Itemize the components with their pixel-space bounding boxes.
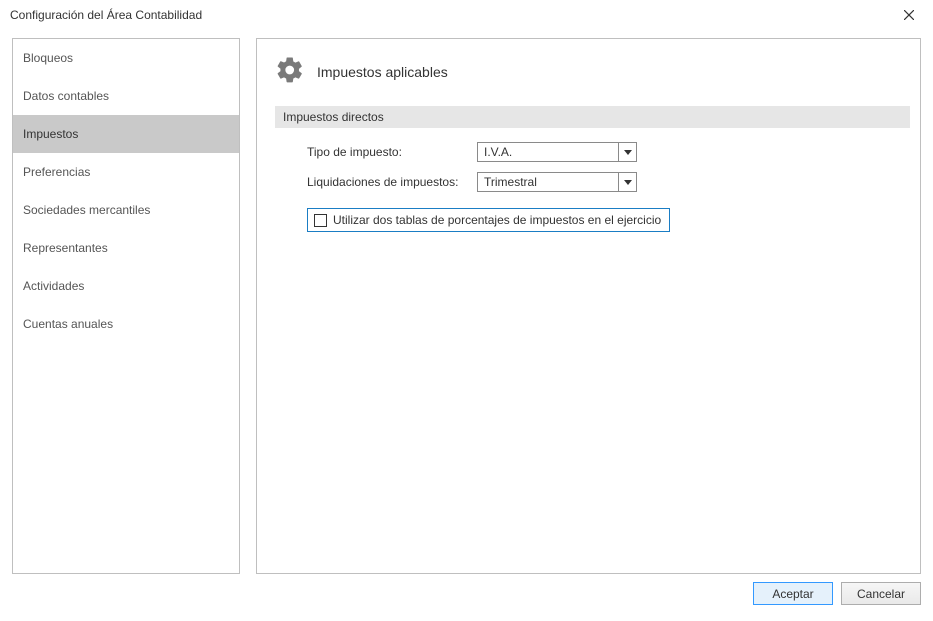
- sidebar-item-label: Cuentas anuales: [23, 317, 113, 331]
- sidebar-item-bloqueos[interactable]: Bloqueos: [13, 39, 239, 77]
- close-icon: [904, 10, 914, 20]
- sidebar-item-sociedades-mercantiles[interactable]: Sociedades mercantiles: [13, 191, 239, 229]
- sidebar-item-cuentas-anuales[interactable]: Cuentas anuales: [13, 305, 239, 343]
- sidebar: Bloqueos Datos contables Impuestos Preferen…: [12, 38, 240, 574]
- close-button[interactable]: [893, 3, 925, 27]
- checkbox-label: Utilizar dos tablas de porcentajes de im…: [333, 213, 661, 227]
- section-header: Impuestos directos: [275, 106, 910, 128]
- sidebar-item-datos-contables[interactable]: Datos contables: [13, 77, 239, 115]
- liquidaciones-label: Liquidaciones de impuestos:: [307, 175, 477, 189]
- tipo-combo[interactable]: I.V.A.: [477, 142, 637, 162]
- cancel-button[interactable]: Cancelar: [841, 582, 921, 605]
- gear-icon: [275, 55, 305, 88]
- panel-header: Impuestos aplicables: [275, 55, 910, 88]
- main-panel: Impuestos aplicables Impuestos directos …: [256, 38, 921, 574]
- sidebar-item-label: Actividades: [23, 279, 84, 293]
- sidebar-item-label: Datos contables: [23, 89, 109, 103]
- tipo-label: Tipo de impuesto:: [307, 145, 477, 159]
- checkbox-box: [314, 214, 327, 227]
- sidebar-item-label: Impuestos: [23, 127, 78, 141]
- form-row-liquidaciones: Liquidaciones de impuestos: Trimestral: [307, 172, 910, 192]
- button-bar: Aceptar Cancelar: [0, 578, 933, 615]
- titlebar: Configuración del Área Contabilidad: [0, 0, 933, 30]
- sidebar-item-representantes[interactable]: Representantes: [13, 229, 239, 267]
- sidebar-item-impuestos[interactable]: Impuestos: [13, 115, 239, 153]
- sidebar-item-label: Sociedades mercantiles: [23, 203, 150, 217]
- sidebar-item-label: Bloqueos: [23, 51, 73, 65]
- liquidaciones-combo-value: Trimestral: [478, 173, 618, 191]
- chevron-down-icon: [618, 173, 636, 191]
- form-row-tipo: Tipo de impuesto: I.V.A.: [307, 142, 910, 162]
- panel-title: Impuestos aplicables: [317, 64, 448, 80]
- sidebar-item-label: Representantes: [23, 241, 108, 255]
- chevron-down-icon: [618, 143, 636, 161]
- checkbox-two-tables[interactable]: Utilizar dos tablas de porcentajes de im…: [307, 208, 670, 232]
- liquidaciones-combo[interactable]: Trimestral: [477, 172, 637, 192]
- sidebar-item-preferencias[interactable]: Preferencias: [13, 153, 239, 191]
- sidebar-item-label: Preferencias: [23, 165, 90, 179]
- form-area: Tipo de impuesto: I.V.A. Liquidaciones d…: [275, 142, 910, 232]
- tipo-combo-value: I.V.A.: [478, 143, 618, 161]
- sidebar-item-actividades[interactable]: Actividades: [13, 267, 239, 305]
- window-title: Configuración del Área Contabilidad: [10, 8, 202, 22]
- content-area: Bloqueos Datos contables Impuestos Preferen…: [0, 30, 933, 578]
- accept-button[interactable]: Aceptar: [753, 582, 833, 605]
